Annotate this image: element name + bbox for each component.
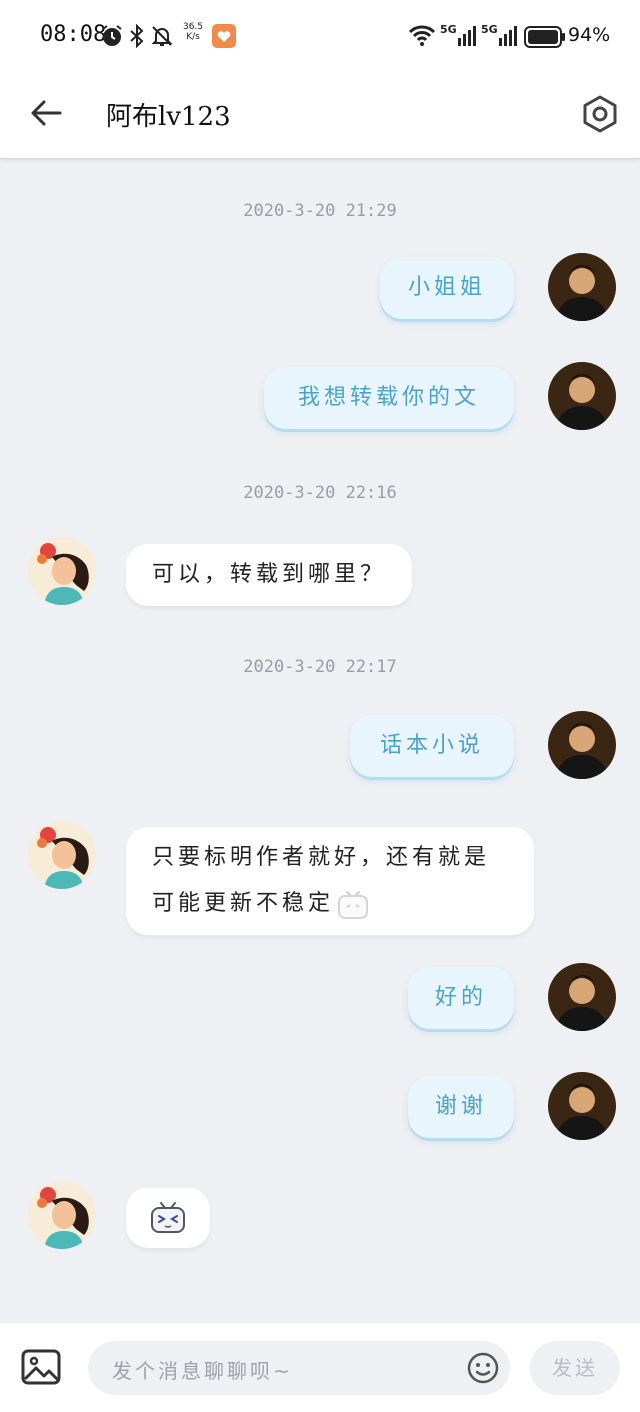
network-speed-unit: K/s (186, 32, 200, 42)
hexagon-gear-icon (583, 95, 617, 133)
incoming-message-bubble[interactable]: 只要标明作者就好，还有就是可能更新不稳定 (126, 827, 534, 935)
signal-5g-icon: 5G (481, 23, 517, 46)
self-avatar[interactable] (548, 711, 616, 779)
chat-header: 阿布lv123 (0, 72, 640, 159)
message-timestamp: 2020-3-20 21:29 (243, 201, 397, 221)
chat-title: 阿布lv123 (106, 102, 231, 132)
message-timestamp: 2020-3-20 22:16 (243, 483, 397, 503)
settings-button[interactable] (576, 90, 624, 138)
mute-icon (151, 26, 173, 46)
image-button[interactable] (20, 1347, 62, 1387)
tv-face-sticker (338, 891, 369, 919)
outgoing-message-bubble[interactable]: 谢谢 (408, 1076, 514, 1138)
status-time: 08:08 (40, 22, 107, 47)
wifi-icon (408, 25, 436, 46)
outgoing-message-bubble[interactable]: 小姐姐 (380, 257, 514, 319)
message-input[interactable]: 发个消息聊聊呗~ (88, 1341, 510, 1395)
outgoing-message-bubble[interactable]: 我想转载你的文 (264, 367, 514, 429)
message-list[interactable]: 2020-3-20 21:29 小姐姐 我想转载你的文 2020-3-20 22… (0, 159, 640, 1323)
contact-avatar[interactable] (28, 1181, 96, 1249)
input-bar: 发个消息聊聊呗~ 发送 (0, 1323, 640, 1412)
network-speed: 36.5 K/s (180, 22, 206, 42)
emoji-icon (467, 1352, 499, 1384)
incoming-sticker-bubble[interactable] (126, 1188, 210, 1248)
arrow-left-icon (31, 100, 62, 126)
battery-icon (524, 26, 565, 48)
battery-percent: 94% (568, 24, 611, 46)
contact-avatar[interactable] (28, 821, 96, 889)
outgoing-message-bubble[interactable]: 话本小说 (350, 715, 514, 777)
message-text: 只要标明作者就好，还有就是可能更新不稳定 (152, 845, 491, 916)
contact-avatar[interactable] (28, 537, 96, 605)
send-button[interactable]: 发送 (530, 1341, 620, 1395)
image-icon (21, 1349, 61, 1385)
status-bar: 08:08 36.5 K/s 5G 5G 94% (0, 0, 640, 72)
self-avatar[interactable] (548, 362, 616, 430)
self-avatar[interactable] (548, 963, 616, 1031)
message-input-placeholder: 发个消息聊聊呗~ (112, 1359, 293, 1383)
svg-text:5G: 5G (481, 23, 498, 36)
app-icon (212, 24, 236, 48)
signal-5g-icon: 5G (440, 23, 476, 46)
svg-text:5G: 5G (440, 23, 457, 36)
emoji-button[interactable] (466, 1351, 500, 1385)
tv-face-squint-sticker (151, 1202, 185, 1233)
self-avatar[interactable] (548, 1072, 616, 1140)
network-speed-value: 36.5 (182, 22, 204, 32)
self-avatar[interactable] (548, 253, 616, 321)
bluetooth-icon (130, 24, 144, 48)
alarm-icon (102, 25, 122, 46)
incoming-message-bubble[interactable]: 可以，转载到哪里？ (126, 544, 413, 606)
outgoing-message-bubble[interactable]: 好的 (408, 967, 514, 1029)
back-button[interactable] (22, 90, 72, 136)
message-timestamp: 2020-3-20 22:17 (243, 657, 397, 677)
